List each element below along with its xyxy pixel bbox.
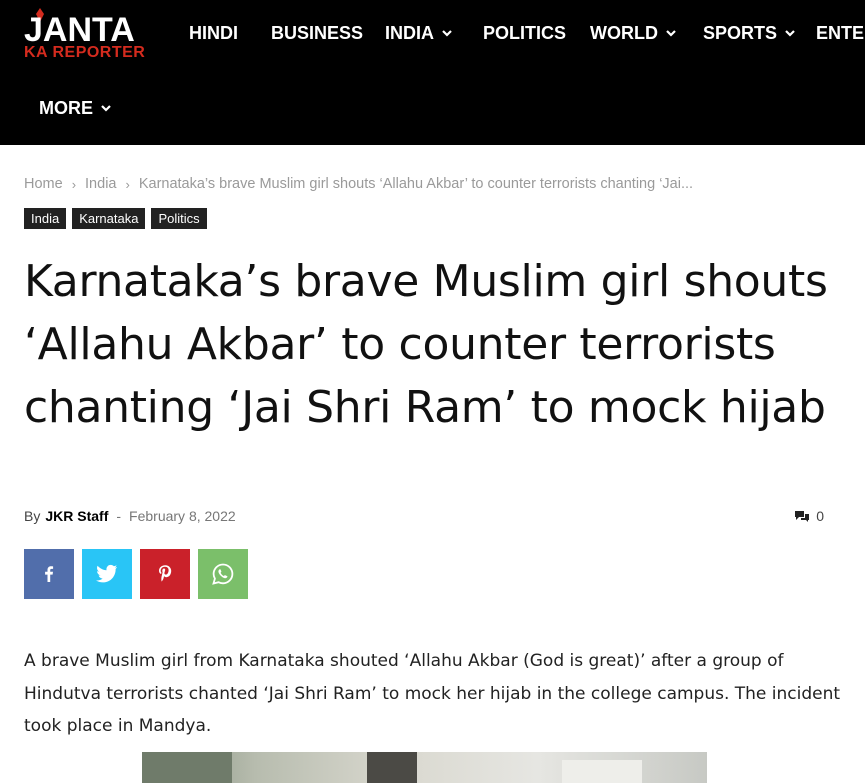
pinterest-icon xyxy=(159,565,172,582)
twitter-icon xyxy=(96,564,118,583)
tag-karnataka[interactable]: Karnataka xyxy=(72,208,146,229)
logo-sub-text: KA REPORTER xyxy=(24,44,146,61)
tag-politics[interactable]: Politics xyxy=(151,208,207,229)
breadcrumb-home[interactable]: Home xyxy=(24,176,63,192)
chevron-down-icon xyxy=(101,105,111,112)
author-link[interactable]: JKR Staff xyxy=(45,508,108,524)
comments-count[interactable]: 0 xyxy=(794,508,824,524)
whatsapp-icon xyxy=(212,563,234,585)
breadcrumb-separator: › xyxy=(71,176,77,192)
facebook-icon xyxy=(45,566,54,582)
article-body: A brave Muslim girl from Karnataka shout… xyxy=(24,651,841,736)
nav-label: ENTE xyxy=(816,23,865,43)
meta-separator: - xyxy=(116,508,122,524)
breadcrumb: Home › India › Karnataka’s brave Muslim … xyxy=(24,176,693,192)
publish-date: February 8, 2022 xyxy=(129,508,236,524)
by-label: By xyxy=(24,508,41,524)
share-buttons xyxy=(24,549,248,599)
nav-label: POLITICS xyxy=(483,23,567,43)
comment-icon xyxy=(795,511,810,522)
chevron-down-icon xyxy=(442,30,452,37)
nav-label: MORE xyxy=(39,98,93,118)
tag-india[interactable]: India xyxy=(24,208,67,229)
pinterest-share-button[interactable] xyxy=(140,549,190,599)
site-header: JANTA KA REPORTER HINDI BUSINESS INDIA P… xyxy=(0,0,865,145)
comments-number: 0 xyxy=(816,508,824,524)
article-title: Karnataka’s brave Muslim girl shouts ‘Al… xyxy=(24,256,828,433)
image-detail xyxy=(562,760,642,783)
nav-item-business[interactable]: BUSINESS xyxy=(271,22,363,44)
nav-item-politics[interactable]: POLITICS xyxy=(483,22,566,44)
category-tags: India Karnataka Politics xyxy=(24,208,207,229)
nav-item-world[interactable]: WORLD xyxy=(590,22,678,44)
nav-item-entertainment[interactable]: ENTE xyxy=(816,22,864,44)
facebook-share-button[interactable] xyxy=(24,549,74,599)
nav-item-india[interactable]: INDIA xyxy=(385,22,454,44)
site-logo[interactable]: JANTA KA REPORTER xyxy=(24,8,154,66)
nav-label: WORLD xyxy=(590,23,658,43)
nav-label: INDIA xyxy=(385,23,434,43)
twitter-share-button[interactable] xyxy=(82,549,132,599)
image-detail xyxy=(142,752,232,783)
nav-item-hindi[interactable]: HINDI xyxy=(189,22,238,44)
nav-label: HINDI xyxy=(189,23,238,43)
image-detail xyxy=(367,752,417,783)
nav-label: BUSINESS xyxy=(271,23,364,43)
chevron-down-icon xyxy=(666,30,676,37)
whatsapp-share-button[interactable] xyxy=(198,549,248,599)
article-image xyxy=(142,752,707,783)
nav-item-more[interactable]: MORE xyxy=(39,97,113,119)
chevron-down-icon xyxy=(785,30,795,37)
nav-label: SPORTS xyxy=(703,23,778,43)
breadcrumb-india[interactable]: India xyxy=(85,176,116,192)
breadcrumb-current: Karnataka’s brave Muslim girl shouts ‘Al… xyxy=(138,176,694,192)
breadcrumb-separator: › xyxy=(125,176,130,192)
nav-item-sports[interactable]: SPORTS xyxy=(703,22,797,44)
article-meta: By JKR Staff - February 8, 2022 xyxy=(24,508,236,524)
